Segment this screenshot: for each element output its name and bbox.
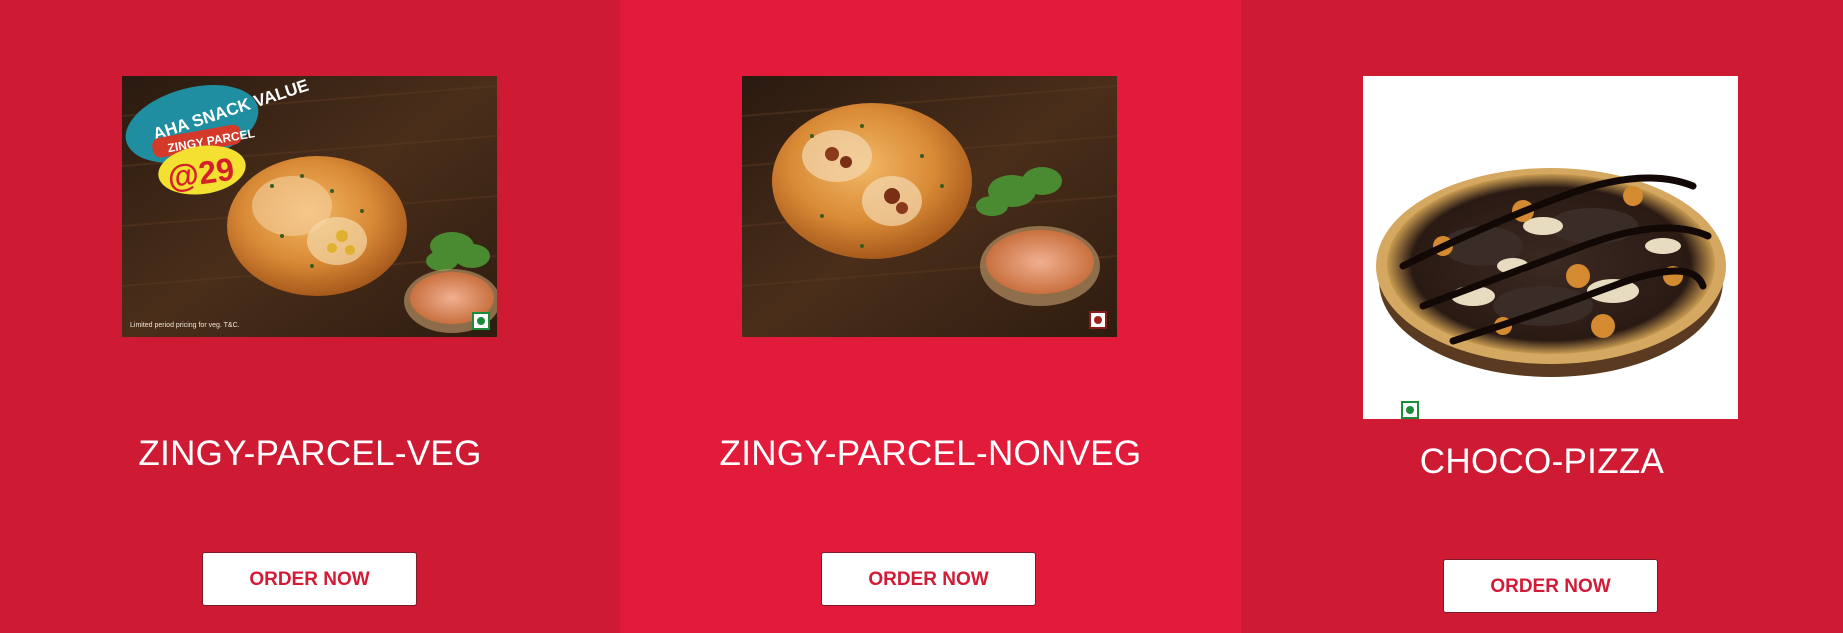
order-now-button[interactable]: ORDER NOW [1443, 559, 1658, 613]
veg-mark-icon [1401, 401, 1419, 419]
order-now-button[interactable]: ORDER NOW [821, 552, 1036, 606]
nonveg-mark-icon [1089, 311, 1107, 329]
choco-pizza-photo [1363, 76, 1738, 419]
zingy-parcel-nonveg-photo [742, 76, 1117, 337]
veg-mark-icon [472, 312, 490, 330]
product-image-zingy-parcel-veg[interactable]: AHA SNACK VALUE ZINGY PARCEL @29 Limited… [122, 76, 497, 337]
product-image-zingy-parcel-nonveg[interactable] [742, 76, 1117, 337]
product-title: ZINGY-PARCEL-VEG [138, 434, 482, 473]
product-image-choco-pizza[interactable] [1363, 76, 1738, 419]
zingy-parcel-veg-photo: AHA SNACK VALUE ZINGY PARCEL @29 [122, 76, 497, 337]
product-title: ZINGY-PARCEL-NONVEG [719, 434, 1142, 473]
order-now-button[interactable]: ORDER NOW [202, 552, 417, 606]
product-card-zingy-parcel-veg: AHA SNACK VALUE ZINGY PARCEL @29 Limited… [0, 0, 620, 633]
product-title: CHOCO-PIZZA [1419, 442, 1665, 481]
product-card-zingy-parcel-nonveg: ZINGY-PARCEL-NONVEG ORDER NOW [620, 0, 1241, 633]
product-card-choco-pizza: CHOCO-PIZZA ORDER NOW [1241, 0, 1843, 633]
product-grid: AHA SNACK VALUE ZINGY PARCEL @29 Limited… [0, 0, 1843, 633]
fineprint-text: Limited period pricing for veg. T&C. [130, 322, 240, 329]
